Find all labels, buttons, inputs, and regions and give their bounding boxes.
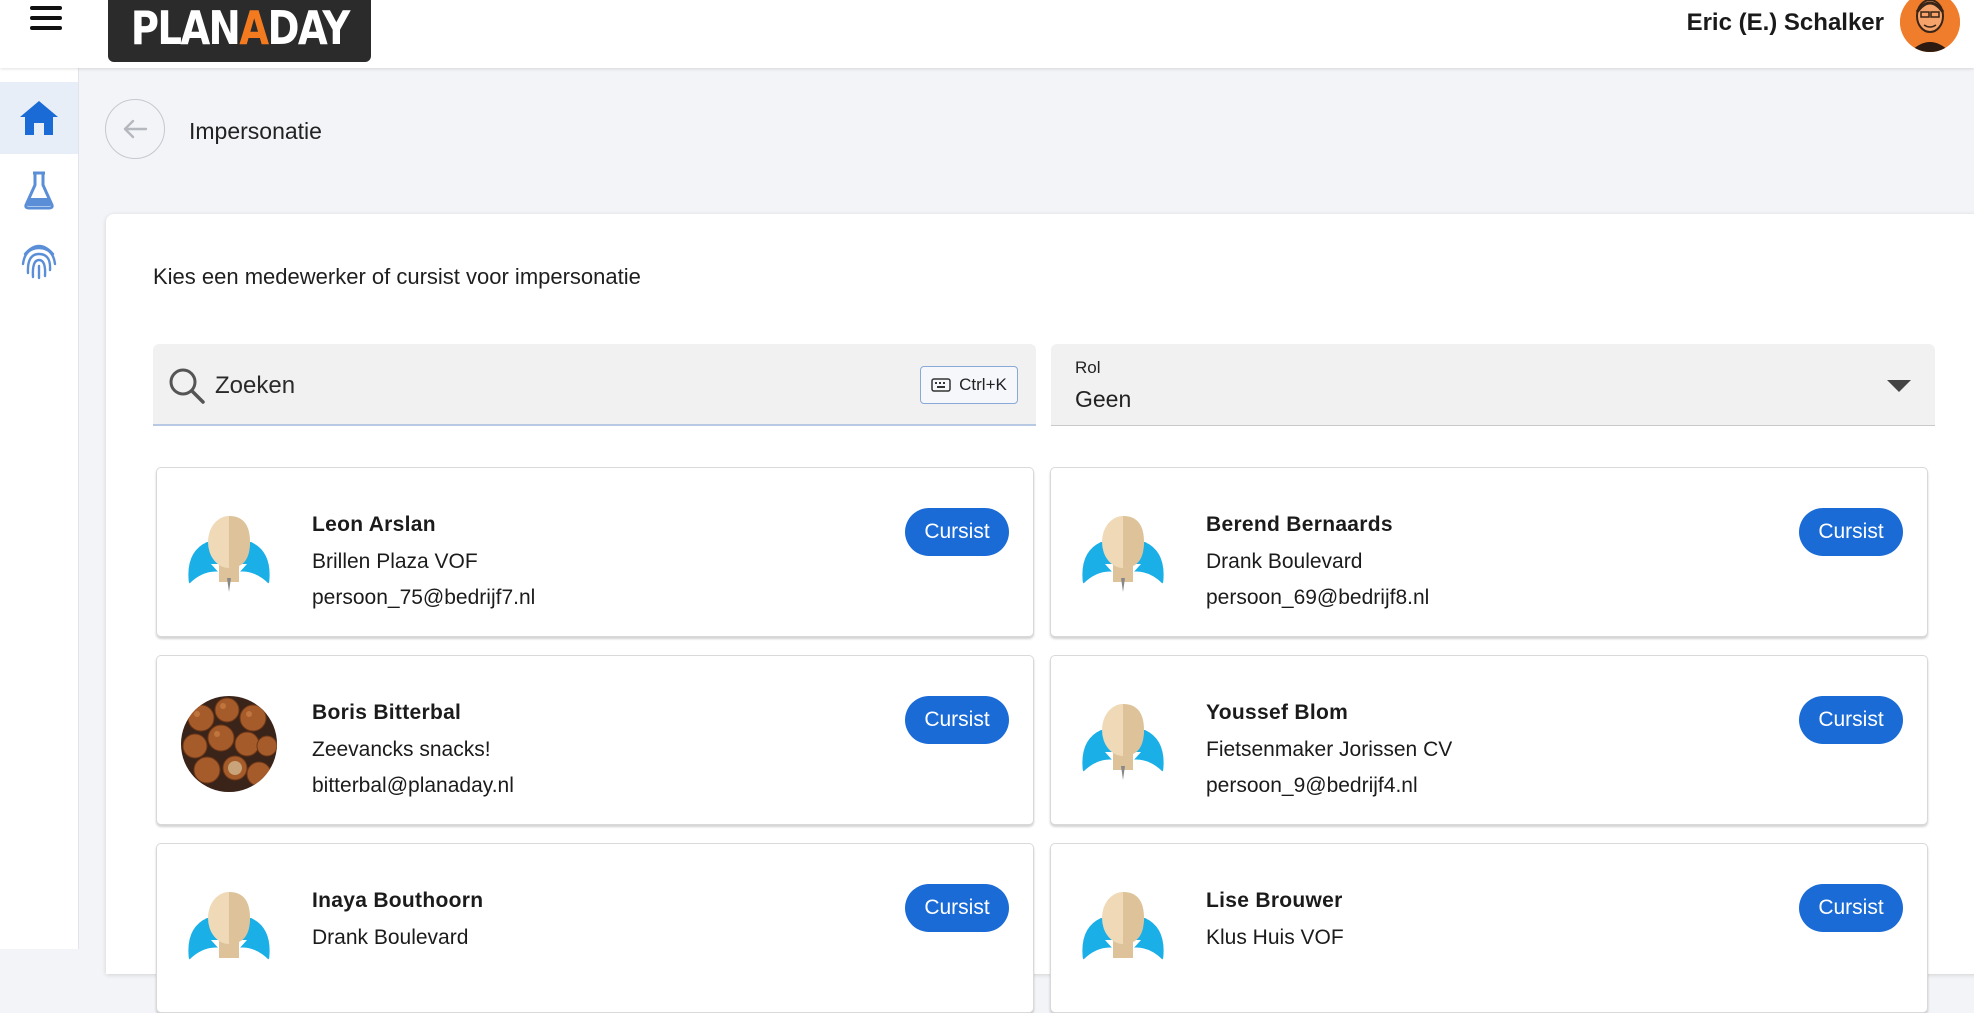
default-avatar	[1075, 884, 1171, 980]
planaday-logo[interactable]: PLANADAY	[108, 0, 371, 62]
user-avatar[interactable]	[1900, 0, 1960, 52]
person-name: Youssef Blom	[1206, 701, 1349, 724]
person-name: Lise Brouwer	[1206, 889, 1343, 912]
person-card[interactable]: Lise Brouwer Klus Huis VOF Cursist	[1050, 843, 1928, 1013]
person-email: bitterbal@planaday.nl	[312, 774, 514, 797]
default-avatar	[1075, 508, 1171, 604]
person-email: persoon_69@bedrijf8.nl	[1206, 586, 1430, 609]
flask-icon	[24, 171, 54, 210]
person-card[interactable]: Leon Arslan Brillen Plaza VOF persoon_75…	[156, 467, 1034, 637]
person-name: Leon Arslan	[312, 513, 436, 536]
person-company: Drank Boulevard	[312, 926, 469, 949]
person-card[interactable]: Berend Bernaards Drank Boulevard persoon…	[1050, 467, 1928, 637]
person-email: persoon_9@bedrijf4.nl	[1206, 774, 1418, 797]
person-company: Fietsenmaker Jorissen CV	[1206, 738, 1453, 761]
default-avatar	[181, 884, 277, 980]
default-avatar	[1075, 696, 1171, 792]
role-select[interactable]: Rol Geen	[1051, 344, 1935, 426]
role-badge: Cursist	[1799, 884, 1903, 932]
search-input[interactable]: Zoeken Ctrl+K	[153, 344, 1036, 426]
person-company: Brillen Plaza VOF	[312, 550, 478, 573]
person-card[interactable]: Boris Bitterbal Zeevancks snacks! bitter…	[156, 655, 1034, 825]
home-icon	[20, 101, 58, 135]
person-name: Inaya Bouthoorn	[312, 889, 484, 912]
sidebar-item-fingerprint[interactable]	[0, 224, 78, 296]
sidebar	[0, 68, 79, 949]
role-badge: Cursist	[905, 884, 1009, 932]
person-company: Drank Boulevard	[1206, 550, 1363, 573]
back-button[interactable]	[105, 99, 165, 159]
default-avatar	[181, 508, 277, 604]
search-icon	[169, 368, 205, 404]
top-bar: PLANADAY Eric (E.) Schalker	[0, 0, 1974, 68]
keyboard-shortcut-hint: Ctrl+K	[920, 366, 1018, 404]
keyboard-icon	[931, 378, 951, 392]
user-name[interactable]: Eric (E.) Schalker	[1687, 9, 1884, 37]
caret-down-icon	[1887, 380, 1911, 392]
search-placeholder: Zoeken	[215, 372, 296, 399]
role-badge: Cursist	[1799, 508, 1903, 556]
person-email: persoon_75@bedrijf7.nl	[312, 586, 536, 609]
page-title: Impersonatie	[189, 118, 322, 144]
fingerprint-icon	[21, 244, 57, 280]
sidebar-item-home[interactable]	[0, 82, 78, 154]
role-badge: Cursist	[905, 696, 1009, 744]
person-card[interactable]: Youssef Blom Fietsenmaker Jorissen CV pe…	[1050, 655, 1928, 825]
page-header: Impersonatie	[78, 68, 1974, 214]
role-select-label: Rol	[1075, 358, 1101, 377]
person-company: Zeevancks snacks!	[312, 738, 491, 761]
impersonation-panel: Kies een medewerker of cursist voor impe…	[106, 214, 1974, 1013]
panel-subtitle: Kies een medewerker of cursist voor impe…	[153, 264, 641, 289]
shortcut-label: Ctrl+K	[959, 375, 1007, 394]
person-company: Klus Huis VOF	[1206, 926, 1344, 949]
person-name: Boris Bitterbal	[312, 701, 462, 724]
logo-text: PLANADAY	[130, 1, 351, 55]
bitterballen-photo	[181, 696, 277, 792]
hamburger-menu-icon[interactable]	[30, 6, 66, 38]
role-badge: Cursist	[1799, 696, 1903, 744]
person-card[interactable]: Inaya Bouthoorn Drank Boulevard Cursist	[156, 843, 1034, 1013]
role-badge: Cursist	[905, 508, 1009, 556]
sidebar-item-lab[interactable]	[0, 154, 78, 226]
person-name: Berend Bernaards	[1206, 513, 1393, 536]
role-select-value: Geen	[1075, 386, 1132, 412]
arrow-left-icon	[123, 119, 148, 139]
